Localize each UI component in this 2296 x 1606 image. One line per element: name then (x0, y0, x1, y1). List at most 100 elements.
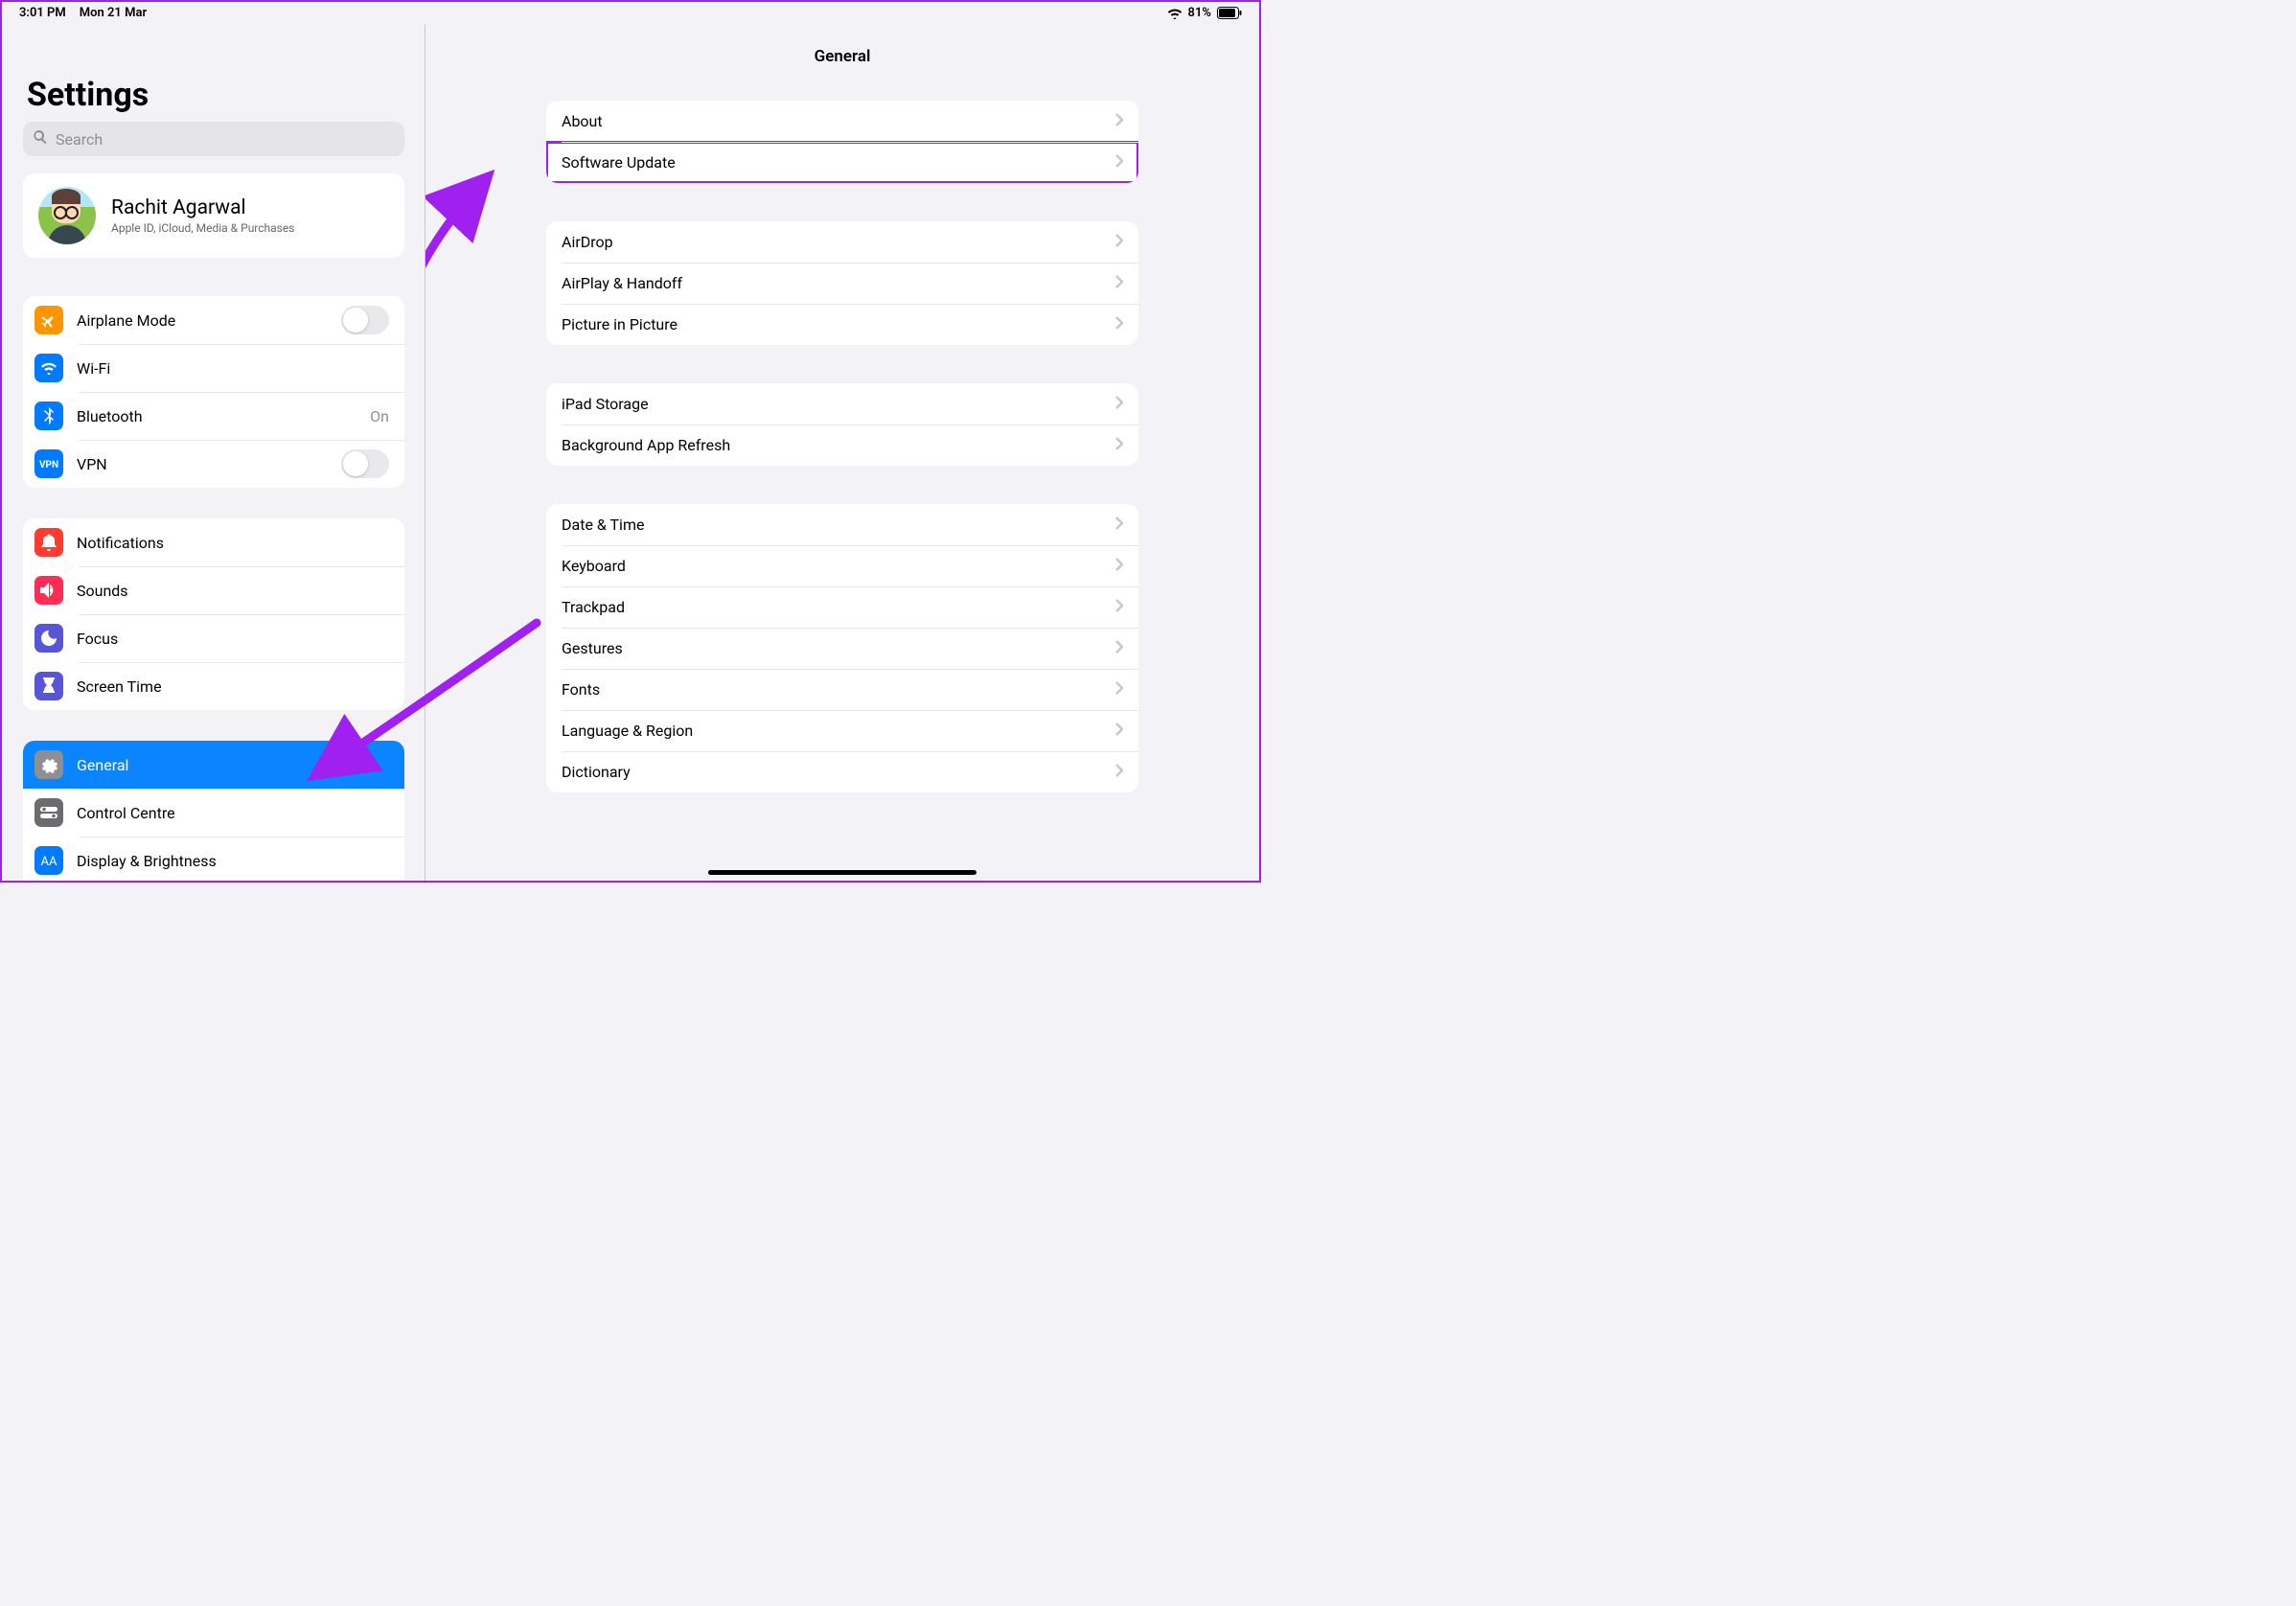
sidebar-item-value: On (370, 407, 389, 425)
bell-icon (34, 528, 63, 557)
sidebar-item-control-centre[interactable]: Control Centre (23, 789, 404, 837)
switches-icon (34, 798, 63, 827)
settings-row-label: Dictionary (562, 763, 631, 781)
settings-group: iPad Storage Background App Refresh (546, 383, 1138, 466)
settings-row-fonts[interactable]: Fonts (546, 669, 1138, 710)
settings-row-date-time[interactable]: Date & Time (546, 504, 1138, 545)
profile-sub: Apple ID, iCloud, Media & Purchases (111, 221, 294, 235)
main-title: General (815, 47, 871, 66)
chevron-right-icon (1115, 315, 1123, 333)
airplane-icon (34, 306, 63, 334)
chevron-right-icon (1115, 153, 1123, 172)
chevron-right-icon (1115, 112, 1123, 130)
sidebar-item-label: General (77, 756, 389, 774)
vpn-icon: VPN (34, 449, 63, 478)
speaker-icon (34, 576, 63, 605)
sidebar-item-label: Control Centre (77, 804, 389, 822)
aa-icon: AA (34, 846, 63, 875)
settings-row-airdrop[interactable]: AirDrop (546, 221, 1138, 263)
sidebar: Settings Rachit Agarwal Apple ID, iCloud… (2, 24, 425, 881)
chevron-right-icon (1115, 233, 1123, 251)
profile-card[interactable]: Rachit Agarwal Apple ID, iCloud, Media &… (23, 173, 404, 258)
search-input[interactable] (56, 130, 395, 149)
page-title: Settings (27, 76, 404, 114)
settings-row-trackpad[interactable]: Trackpad (546, 586, 1138, 628)
sidebar-item-focus[interactable]: Focus (23, 614, 404, 662)
sidebar-item-vpn[interactable]: VPN VPN (23, 440, 404, 488)
settings-row-label: AirPlay & Handoff (562, 274, 682, 292)
settings-row-picture-in-picture[interactable]: Picture in Picture (546, 304, 1138, 345)
chevron-right-icon (1115, 557, 1123, 575)
chevron-right-icon (1115, 395, 1123, 413)
settings-row-software-update[interactable]: Software Update (546, 142, 1138, 183)
settings-row-about[interactable]: About (546, 101, 1138, 142)
wifi-icon (34, 354, 63, 382)
settings-row-ipad-storage[interactable]: iPad Storage (546, 383, 1138, 424)
settings-row-label: Fonts (562, 680, 600, 699)
search-icon (33, 129, 48, 149)
settings-row-label: iPad Storage (562, 395, 649, 413)
chevron-right-icon (1115, 598, 1123, 616)
battery-icon (1217, 7, 1242, 19)
settings-row-label: Keyboard (562, 557, 626, 575)
settings-row-keyboard[interactable]: Keyboard (546, 545, 1138, 586)
sidebar-item-label: Screen Time (77, 677, 389, 696)
status-time: 3:01 PM (19, 6, 66, 20)
sidebar-group: Notifications Sounds Focus Screen Time (23, 518, 404, 710)
sidebar-item-label: Bluetooth (77, 407, 356, 425)
chevron-right-icon (1115, 516, 1123, 534)
settings-row-language-region[interactable]: Language & Region (546, 710, 1138, 751)
wifi-icon (1167, 8, 1182, 19)
settings-row-label: Date & Time (562, 516, 644, 534)
sidebar-item-wi-fi[interactable]: Wi-Fi (23, 344, 404, 392)
sidebar-item-label: Wi-Fi (77, 359, 376, 378)
chevron-right-icon (1115, 274, 1123, 292)
sidebar-item-label: VPN (77, 455, 328, 473)
settings-row-background-app-refresh[interactable]: Background App Refresh (546, 424, 1138, 466)
settings-row-label: Picture in Picture (562, 315, 677, 333)
sidebar-item-notifications[interactable]: Notifications (23, 518, 404, 566)
settings-row-label: AirDrop (562, 233, 613, 251)
chevron-right-icon (1115, 639, 1123, 657)
sidebar-group: General Control Centre AADisplay & Brightn… (23, 741, 404, 881)
sidebar-item-bluetooth[interactable]: Bluetooth On (23, 392, 404, 440)
avatar (38, 187, 96, 244)
sidebar-item-label: Focus (77, 630, 389, 648)
settings-group: Date & Time Keyboard Trackpad Gestures Fonts… (546, 504, 1138, 792)
settings-group: About Software Update (546, 101, 1138, 183)
sidebar-item-display-brightness[interactable]: AADisplay & Brightness (23, 837, 404, 881)
settings-row-dictionary[interactable]: Dictionary (546, 751, 1138, 792)
status-date: Mon 21 Mar (80, 6, 147, 20)
main-panel: General About Software Update AirDrop AirPl… (425, 24, 1259, 881)
chevron-right-icon (1115, 763, 1123, 781)
sidebar-item-sounds[interactable]: Sounds (23, 566, 404, 614)
settings-row-label: Software Update (562, 153, 676, 172)
sidebar-item-airplane-mode[interactable]: Airplane Mode (23, 296, 404, 344)
moon-icon (34, 624, 63, 653)
settings-group: AirDrop AirPlay & Handoff Picture in Pictu… (546, 221, 1138, 345)
sidebar-item-label: Sounds (77, 582, 389, 600)
toggle[interactable] (341, 449, 389, 478)
gear-icon (34, 750, 63, 779)
sidebar-item-screen-time[interactable]: Screen Time (23, 662, 404, 710)
sidebar-item-general[interactable]: General (23, 741, 404, 789)
sidebar-item-label: Notifications (77, 534, 389, 552)
chevron-right-icon (1115, 680, 1123, 699)
sidebar-group: Airplane Mode Wi-Fi Bluetooth On VPN VPN (23, 296, 404, 488)
bluetooth-icon (34, 402, 63, 430)
search-input-container[interactable] (23, 122, 404, 156)
sidebar-item-label: Airplane Mode (77, 311, 328, 330)
profile-name: Rachit Agarwal (111, 196, 294, 219)
status-bar: 3:01 PM Mon 21 Mar 81% (2, 2, 1259, 24)
svg-text:AA: AA (41, 855, 57, 868)
settings-row-label: About (562, 112, 603, 130)
settings-row-label: Language & Region (562, 722, 693, 740)
settings-row-airplay-handoff[interactable]: AirPlay & Handoff (546, 263, 1138, 304)
settings-row-label: Background App Refresh (562, 436, 730, 454)
settings-row-label: Trackpad (562, 598, 625, 616)
chevron-right-icon (1115, 436, 1123, 454)
settings-row-gestures[interactable]: Gestures (546, 628, 1138, 669)
chevron-right-icon (1115, 722, 1123, 740)
toggle[interactable] (341, 306, 389, 334)
home-indicator[interactable] (708, 870, 976, 875)
